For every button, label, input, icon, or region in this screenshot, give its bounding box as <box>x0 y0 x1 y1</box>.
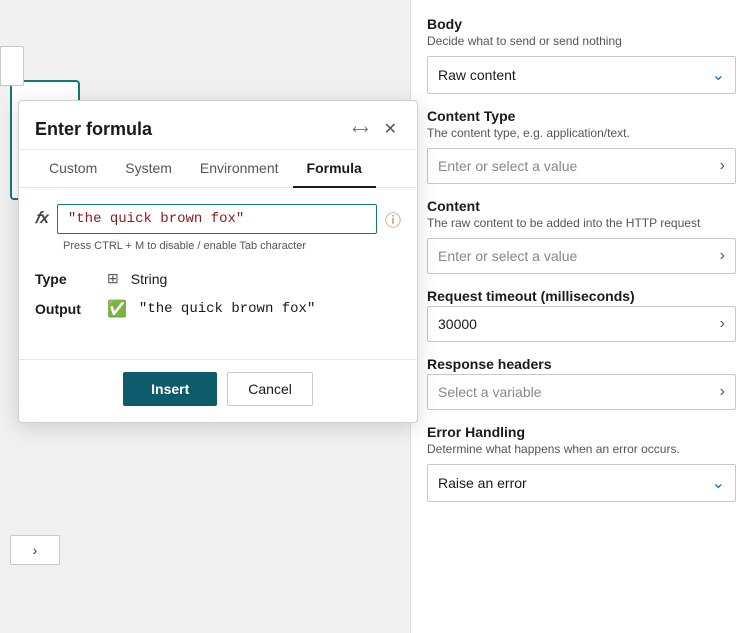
chevron-right-icon: › <box>720 157 725 175</box>
response-headers-placeholder: Select a variable <box>438 384 542 400</box>
formula-input-row: 𝑓x ⓘ <box>35 204 401 234</box>
error-handling-value: Raise an error <box>438 475 527 491</box>
bg-text-field <box>0 46 24 86</box>
content-type-input[interactable]: Enter or select a value › <box>427 148 736 184</box>
content-section: Content The raw content to be added into… <box>427 198 736 274</box>
body-dropdown[interactable]: Raw content ⌄ <box>427 56 736 94</box>
timeout-value: 30000 <box>438 316 477 332</box>
cancel-button[interactable]: Cancel <box>227 372 313 406</box>
body-dropdown-value: Raw content <box>438 67 516 83</box>
tab-system[interactable]: System <box>111 150 186 188</box>
content-label: Content <box>427 198 736 214</box>
enter-formula-dialog: Enter formula ⤢ ✕ Custom System Environm… <box>18 100 418 423</box>
dialog-header: Enter formula ⤢ ✕ <box>19 101 417 150</box>
error-handling-dropdown[interactable]: Raise an error ⌄ <box>427 464 736 502</box>
string-icon: ⊞ <box>107 270 119 287</box>
type-row: Type ⊞ String <box>35 270 401 287</box>
error-handling-desc: Determine what happens when an error occ… <box>427 442 736 456</box>
body-label: Body <box>427 16 736 32</box>
body-section: Body Decide what to send or send nothing… <box>427 16 736 94</box>
response-headers-section: Response headers Select a variable › <box>427 356 736 410</box>
info-icon[interactable]: ⓘ <box>385 207 401 231</box>
header-icons: ⤢ ✕ <box>350 117 401 141</box>
dialog-body: 𝑓x ⓘ Press CTRL + M to disable / enable … <box>19 188 417 359</box>
content-type-label: Content Type <box>427 108 736 124</box>
output-row: Output ✅ "the quick brown fox" <box>35 299 401 319</box>
content-desc: The raw content to be added into the HTT… <box>427 216 736 230</box>
dialog-tabs: Custom System Environment Formula <box>19 150 417 188</box>
expand-button[interactable]: ⤢ <box>350 119 370 140</box>
type-value: String <box>131 271 168 287</box>
error-handling-section: Error Handling Determine what happens wh… <box>427 424 736 502</box>
check-icon: ✅ <box>107 299 127 319</box>
chevron-down-icon-2: ⌄ <box>712 473 725 493</box>
body-desc: Decide what to send or send nothing <box>427 34 736 48</box>
right-panel: Body Decide what to send or send nothing… <box>410 0 752 633</box>
content-type-placeholder: Enter or select a value <box>438 158 577 174</box>
timeout-section: Request timeout (milliseconds) 30000 › <box>427 288 736 342</box>
tab-environment[interactable]: Environment <box>186 150 293 188</box>
insert-button[interactable]: Insert <box>123 372 217 406</box>
canvas-next-button[interactable]: › <box>10 535 60 565</box>
content-placeholder: Enter or select a value <box>438 248 577 264</box>
content-type-desc: The content type, e.g. application/text. <box>427 126 736 140</box>
timeout-input[interactable]: 30000 › <box>427 306 736 342</box>
chevron-right-icon-4: › <box>720 383 725 401</box>
dialog-footer: Insert Cancel <box>19 359 417 422</box>
response-headers-input[interactable]: Select a variable › <box>427 374 736 410</box>
dialog-title: Enter formula <box>35 119 152 140</box>
expand-icon: ⤢ <box>349 119 370 140</box>
fx-label: 𝑓x <box>35 210 49 228</box>
content-input[interactable]: Enter or select a value › <box>427 238 736 274</box>
tab-formula[interactable]: Formula <box>293 150 376 188</box>
arrow-right-icon: › <box>33 542 38 558</box>
content-type-section: Content Type The content type, e.g. appl… <box>427 108 736 184</box>
type-label: Type <box>35 271 95 287</box>
chevron-right-icon-2: › <box>720 247 725 265</box>
chevron-right-icon-3: › <box>720 315 725 333</box>
formula-input[interactable] <box>57 204 377 234</box>
tab-custom[interactable]: Custom <box>35 150 111 188</box>
formula-hint: Press CTRL + M to disable / enable Tab c… <box>35 240 401 252</box>
error-handling-label: Error Handling <box>427 424 736 440</box>
close-icon: ✕ <box>384 119 397 139</box>
response-headers-label: Response headers <box>427 356 736 372</box>
timeout-label: Request timeout (milliseconds) <box>427 288 736 304</box>
output-label: Output <box>35 301 95 317</box>
output-value: "the quick brown fox" <box>139 301 315 317</box>
chevron-down-icon: ⌄ <box>712 65 725 85</box>
close-button[interactable]: ✕ <box>380 117 401 141</box>
